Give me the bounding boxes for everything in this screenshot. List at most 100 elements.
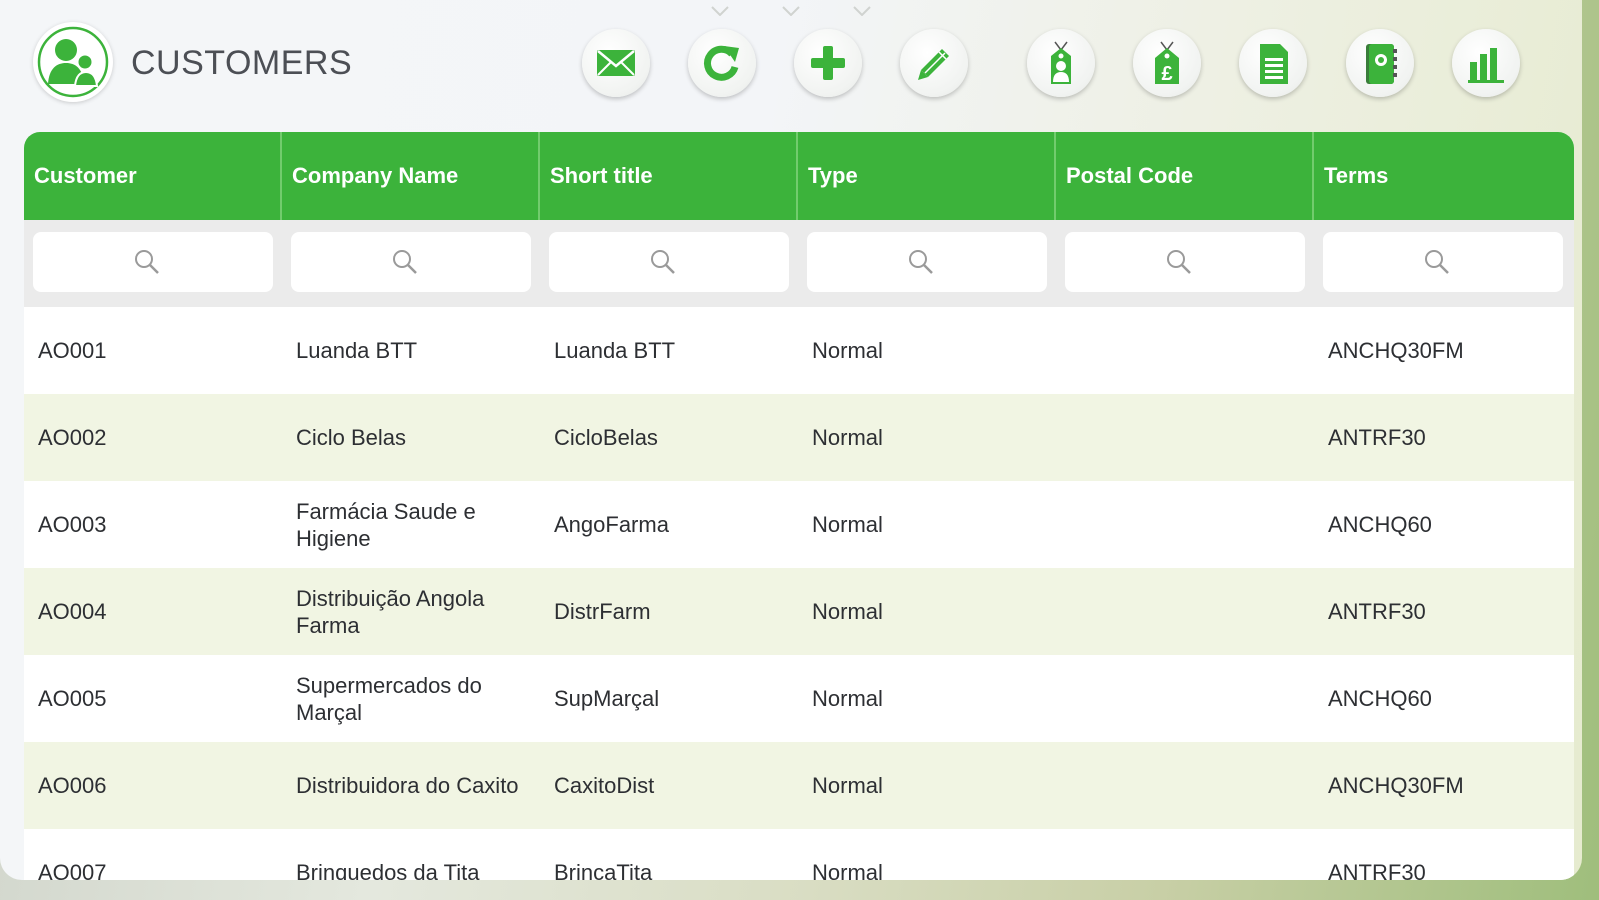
refresh-icon — [704, 45, 739, 81]
address-book-icon — [1366, 44, 1397, 84]
email-button[interactable] — [582, 29, 650, 97]
company-name-filter-input[interactable] — [291, 232, 531, 292]
customers-table: Customer Company Name Short title Type P… — [24, 132, 1574, 880]
person-tag-icon — [1051, 41, 1071, 84]
short-title-filter-input[interactable] — [549, 232, 789, 292]
chevron-down-icon — [853, 6, 871, 16]
cell-type: Normal — [812, 860, 883, 880]
cell-short-title: AngoFarma — [554, 512, 669, 537]
refresh-button[interactable] — [688, 29, 756, 97]
plus-icon — [811, 46, 845, 80]
cell-company-name: Brinquedos da Tita — [296, 860, 480, 880]
cell-terms: ANCHQ60 — [1328, 686, 1432, 711]
cell-terms: ANCHQ30FM — [1328, 773, 1464, 798]
cell-postal-code — [1056, 394, 1314, 481]
address-book-button[interactable] — [1346, 29, 1414, 97]
table-row[interactable]: AO002 Ciclo Belas CicloBelas Normal ANTR… — [24, 394, 1574, 481]
cell-customer: AO005 — [38, 686, 107, 711]
column-header-postal-code[interactable]: Postal Code — [1056, 132, 1314, 220]
search-icon — [1167, 250, 1191, 274]
cell-customer: AO004 — [38, 599, 107, 624]
column-header-company-name[interactable]: Company Name — [282, 132, 540, 220]
filter-cell — [24, 220, 282, 307]
filter-cell — [798, 220, 1056, 307]
add-button[interactable] — [794, 29, 862, 97]
cell-short-title: BrincaTita — [554, 860, 653, 880]
table-header: Customer Company Name Short title Type P… — [24, 132, 1574, 220]
cell-company-name: Farmácia Saude e Higiene — [296, 498, 476, 551]
bar-chart-icon — [1468, 48, 1504, 83]
cell-postal-code — [1056, 307, 1314, 394]
cell-short-title: DistrFarm — [554, 599, 651, 624]
filter-row — [24, 220, 1574, 307]
chevron-down-icon — [711, 6, 729, 16]
cell-type: Normal — [812, 512, 883, 537]
table-row[interactable]: AO003 Farmácia Saude e Higiene AngoFarma… — [24, 481, 1574, 568]
cell-postal-code — [1056, 568, 1314, 655]
document-button[interactable] — [1239, 29, 1307, 97]
cell-customer: AO006 — [38, 773, 107, 798]
filter-cell — [540, 220, 798, 307]
cell-postal-code — [1056, 829, 1314, 880]
search-icon — [909, 250, 933, 274]
cell-terms: ANTRF30 — [1328, 860, 1426, 880]
table-row[interactable]: AO004 Distribuição Angola Farma DistrFar… — [24, 568, 1574, 655]
cell-type: Normal — [812, 425, 883, 450]
cell-company-name: Distribuidora do Caxito — [296, 773, 519, 798]
cell-type: Normal — [812, 599, 883, 624]
cell-postal-code — [1056, 655, 1314, 742]
cell-type: Normal — [812, 686, 883, 711]
chart-button[interactable] — [1452, 29, 1520, 97]
customers-group-icon — [33, 22, 113, 102]
column-header-customer[interactable]: Customer — [24, 132, 282, 220]
cell-customer: AO007 — [38, 860, 107, 880]
chevron-down-icon — [782, 6, 800, 16]
column-header-type[interactable]: Type — [798, 132, 1056, 220]
filter-cell — [1056, 220, 1314, 307]
cell-terms: ANCHQ30FM — [1328, 338, 1464, 363]
edit-button[interactable] — [900, 29, 968, 97]
cell-customer: AO003 — [38, 512, 107, 537]
search-icon — [651, 250, 675, 274]
price-tag-button[interactable]: £ — [1133, 29, 1201, 97]
cell-short-title: CicloBelas — [554, 425, 658, 450]
table-row[interactable]: AO007 Brinquedos da Tita BrincaTita Norm… — [24, 829, 1574, 880]
customer-filter-input[interactable] — [33, 232, 273, 292]
cell-company-name: Ciclo Belas — [296, 425, 407, 450]
cell-short-title: Luanda BTT — [554, 338, 676, 363]
column-header-short-title[interactable]: Short title — [540, 132, 798, 220]
cell-type: Normal — [812, 338, 883, 363]
pound-tag-icon: £ — [1155, 41, 1179, 85]
cell-terms: ANCHQ60 — [1328, 512, 1432, 537]
table-row[interactable]: AO006 Distribuidora do Caxito CaxitoDist… — [24, 742, 1574, 829]
cell-postal-code — [1056, 742, 1314, 829]
filter-cell — [1314, 220, 1574, 307]
cell-company-name: Distribuição Angola Farma — [296, 585, 485, 638]
cell-customer: AO002 — [38, 425, 107, 450]
cell-terms: ANTRF30 — [1328, 425, 1426, 450]
document-icon — [1260, 44, 1288, 84]
contact-tag-button[interactable] — [1027, 29, 1095, 97]
cell-short-title: CaxitoDist — [554, 773, 655, 798]
cell-company-name: Luanda BTT — [296, 338, 418, 363]
search-icon — [393, 250, 417, 274]
cell-customer: AO001 — [38, 338, 107, 363]
pencil-icon — [918, 49, 949, 80]
filter-cell — [282, 220, 540, 307]
cell-company-name: Supermercados do Marçal — [296, 672, 482, 725]
table-row[interactable]: AO001 Luanda BTT Luanda BTT Normal ANCHQ… — [24, 307, 1574, 394]
svg-text:£: £ — [1161, 63, 1172, 85]
column-header-terms[interactable]: Terms — [1314, 132, 1574, 220]
table-body: AO001 Luanda BTT Luanda BTT Normal ANCHQ… — [24, 307, 1574, 880]
cell-short-title: SupMarçal — [554, 686, 660, 711]
envelope-icon — [597, 50, 635, 76]
page-title: CUSTOMERS — [131, 44, 353, 82]
cell-postal-code — [1056, 481, 1314, 568]
terms-filter-input[interactable] — [1323, 232, 1563, 292]
cell-terms: ANTRF30 — [1328, 599, 1426, 624]
postal-code-filter-input[interactable] — [1065, 232, 1305, 292]
customers-window: CUSTOMERS £ Customer Company Name Short … — [0, 0, 1582, 880]
type-filter-input[interactable] — [807, 232, 1047, 292]
table-row[interactable]: AO005 Supermercados do Marçal SupMarçal … — [24, 655, 1574, 742]
search-icon — [1425, 250, 1449, 274]
